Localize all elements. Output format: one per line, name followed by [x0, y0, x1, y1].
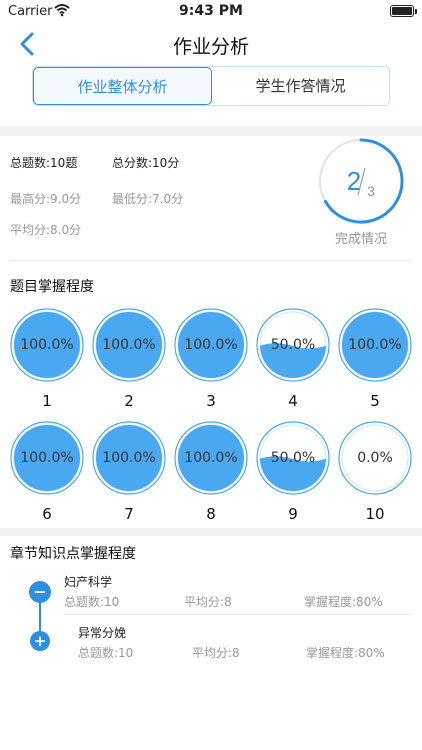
avg-score: 平均分:8.0分 — [10, 223, 82, 237]
total-questions: 总题数:10题 — [10, 156, 78, 170]
total-score: 总分数:10分 — [112, 156, 180, 170]
completion-total: 3 — [367, 183, 375, 199]
question-number: 3 — [206, 392, 216, 410]
mastery-percent: 100.0% — [102, 337, 156, 353]
mastery-percent: 50.0% — [270, 450, 316, 466]
chapter-avg: 平均分:8 — [184, 595, 232, 609]
mastery-percent: 100.0% — [184, 337, 238, 353]
min-score: 最低分:7.0分 — [112, 192, 184, 206]
chapter-count: 总题数:10 — [64, 595, 120, 609]
segmented-control: 作业整体分析 学生作答情况 — [32, 66, 390, 106]
sub-chapter-name[interactable]: 异常分娩 — [78, 624, 126, 641]
question-mastery-bubble[interactable]: 100.0% — [10, 421, 84, 495]
question-mastery-bubble[interactable]: 100.0% — [10, 308, 84, 382]
question-number: 6 — [42, 505, 52, 523]
question-number: 8 — [206, 505, 216, 523]
section-gap — [0, 126, 422, 136]
divider — [10, 260, 412, 261]
completion-label: 完成情况 — [334, 232, 387, 247]
question-mastery-bubble[interactable]: 0.0% — [338, 421, 412, 495]
question-mastery-bubble[interactable]: 100.0% — [338, 308, 412, 382]
question-mastery-bubble[interactable]: 100.0% — [92, 421, 166, 495]
mastery-percent: 100.0% — [348, 337, 402, 353]
mastery-percent: 100.0% — [102, 450, 156, 466]
sub-chapter-mastery: 掌握程度:80% — [306, 646, 385, 660]
sub-chapter-count: 总题数:10 — [78, 646, 134, 660]
divider — [64, 614, 412, 615]
nav-bar: 作业分析 — [0, 22, 422, 66]
mastery-percent: 50.0% — [270, 337, 316, 353]
page-title: 作业分析 — [172, 36, 249, 58]
clock: 9:43 PM — [179, 3, 243, 19]
mastery-section-title: 题目掌握程度 — [10, 279, 94, 295]
question-number: 4 — [288, 392, 298, 410]
tab-overall-analysis[interactable]: 作业整体分析 — [33, 67, 212, 105]
section-gap — [0, 528, 422, 536]
sub-chapter-avg: 平均分:8 — [192, 646, 240, 660]
question-number: 2 — [124, 392, 134, 410]
status-bar: Carrier 9:43 PM — [0, 0, 422, 22]
question-number: 5 — [370, 392, 380, 410]
mastery-percent: 100.0% — [20, 337, 74, 353]
question-mastery-bubble[interactable]: 100.0% — [174, 308, 248, 382]
tab-student-answers[interactable]: 学生作答情况 — [212, 67, 389, 105]
mastery-percent: 100.0% — [184, 450, 238, 466]
mastery-percent: 0.0% — [357, 450, 393, 466]
mastery-percent: 100.0% — [20, 450, 74, 466]
question-number: 1 — [42, 392, 52, 410]
battery-icon — [390, 5, 417, 17]
chapter-name[interactable]: 妇产科学 — [64, 573, 112, 590]
question-number: 7 — [124, 505, 134, 523]
question-number: 10 — [365, 505, 385, 523]
question-mastery-bubble[interactable]: 50.0% — [256, 421, 330, 495]
completion-ring: 2 3 — [319, 138, 404, 224]
expand-icon[interactable]: + — [30, 631, 50, 651]
question-mastery-bubble[interactable]: 100.0% — [92, 308, 166, 382]
chapter-mastery: 掌握程度:80% — [304, 595, 383, 609]
completion-arc — [323, 138, 404, 224]
chapter-section-title: 章节知识点掌握程度 — [10, 546, 136, 562]
collapse-icon[interactable]: − — [29, 581, 51, 603]
max-score: 最高分:9.0分 — [10, 192, 82, 206]
question-mastery-bubble[interactable]: 50.0% — [256, 308, 330, 382]
question-number: 9 — [288, 505, 298, 523]
question-mastery-bubble[interactable]: 100.0% — [174, 421, 248, 495]
